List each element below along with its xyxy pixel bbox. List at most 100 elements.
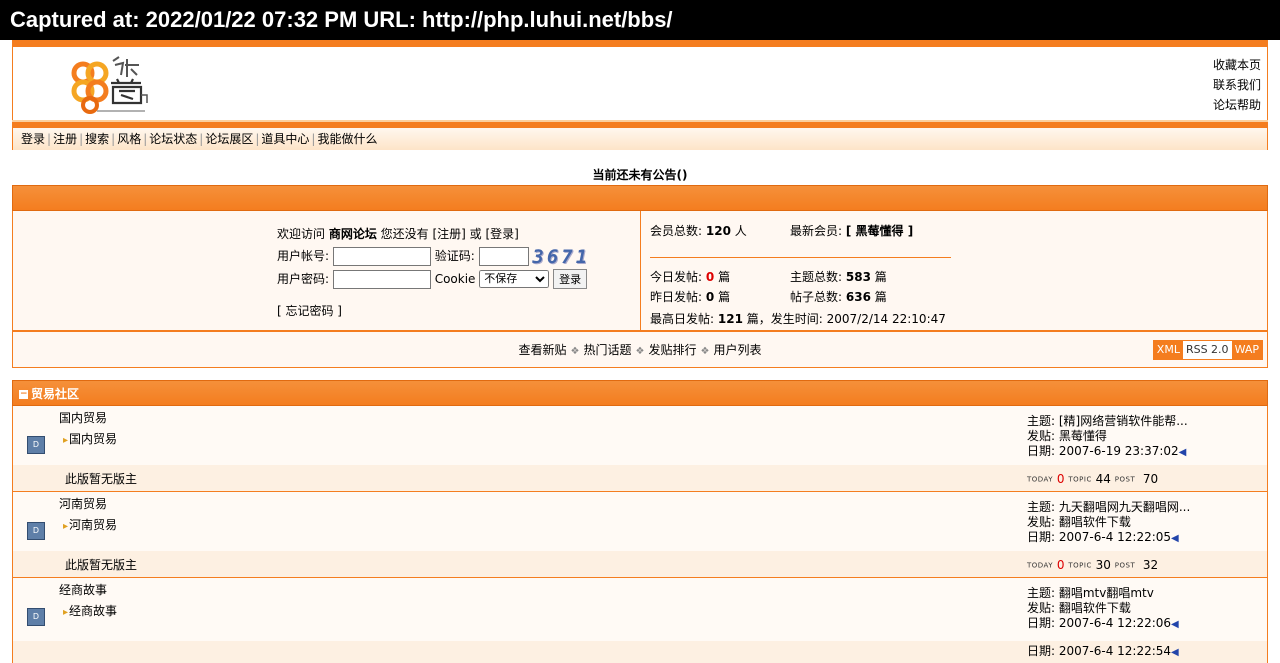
last-date: 日期: 2007-6-4 12:22:06	[1027, 616, 1172, 630]
welcome-mid[interactable]: 您还没有 [注册] 或 [登录]	[377, 227, 519, 241]
forum-name-link[interactable]: 河南贸易	[59, 495, 107, 512]
password-label: 用户密码:	[277, 271, 330, 286]
yesterday-stat: 昨日发帖: 0 篇	[650, 287, 730, 307]
last-topic[interactable]: 主题: 翻唱mtv翻唱mtv	[1027, 586, 1179, 601]
wap-badge[interactable]: WAP	[1231, 341, 1262, 359]
nav-top-bar	[12, 120, 1268, 128]
today-count-label: TODAY	[1027, 475, 1054, 484]
cookie-label: Cookie	[434, 271, 476, 286]
forum-status-icon: D	[27, 608, 45, 626]
section-title: 贸易社区	[31, 387, 80, 401]
posts-value: 636	[845, 290, 871, 304]
contact-link[interactable]: 联系我们	[1213, 75, 1261, 95]
nav-forum-status[interactable]: 论坛状态	[149, 132, 197, 146]
nav-search[interactable]: 搜索	[85, 132, 109, 146]
yesterday-unit: 篇	[718, 290, 731, 304]
announcement: 当前还未有公告()	[592, 168, 688, 182]
code-label: 验证码:	[434, 249, 475, 263]
today-label: 今日发帖:	[650, 270, 703, 284]
last-poster[interactable]: 发贴: 翻唱软件下载	[1027, 515, 1190, 530]
section-header[interactable]: − 贸易社区	[12, 380, 1268, 406]
max-day-stat: 最高日发帖: 121 篇，发生时间: 2007/2/14 22:10:47	[650, 309, 946, 329]
goto-last-arrow-icon[interactable]: ◀	[1171, 533, 1179, 544]
last-topic[interactable]: 主题: [精]网络营销软件能帮...	[1027, 414, 1188, 429]
goto-last-arrow-icon[interactable]: ◀	[1171, 647, 1179, 658]
account-input[interactable]	[332, 247, 431, 266]
moderator-row: 此版暂无版主 TODAY 0 TOPIC 30 POST 32	[13, 551, 1267, 577]
forgot-password-link[interactable]: [ 忘记密码 ]	[277, 304, 342, 318]
help-link[interactable]: 论坛帮助	[1213, 95, 1261, 115]
hot-topics-link[interactable]: 热门话题	[584, 343, 632, 357]
goto-last-arrow-icon[interactable]: ◀	[1179, 447, 1187, 458]
nav-login[interactable]: 登录	[21, 132, 45, 146]
panel-divider	[640, 211, 641, 331]
today-unit: 篇	[718, 270, 731, 284]
view-new-posts-link[interactable]: 查看新贴	[519, 343, 567, 357]
site-logo	[71, 56, 148, 114]
topics-unit: 篇	[874, 270, 887, 284]
max-unit: 篇，发生时间:	[746, 312, 823, 326]
posts-stat: 帖子总数: 636 篇	[790, 287, 887, 307]
topic-count: 44	[1095, 472, 1111, 486]
login-form: 欢迎访问 商网论坛 您还没有 [注册] 或 [登录] 用户帐号: 验证码: 36…	[277, 223, 590, 322]
last-poster[interactable]: 发贴: 翻唱软件下载	[1027, 601, 1179, 616]
last-poster[interactable]: 发贴: 黑莓懂得	[1027, 429, 1188, 444]
members-value: 120	[705, 224, 731, 238]
topics-stat: 主题总数: 583 篇	[790, 267, 887, 287]
posts-unit: 篇	[874, 290, 887, 304]
nav-forum-gallery[interactable]: 论坛展区	[205, 132, 253, 146]
today-count-label: TODAY	[1027, 561, 1054, 570]
quick-links-bar: 查看新贴 ❖ 热门话题 ❖ 发贴排行 ❖ 用户列表 XML RSS 2.0 WAP	[12, 331, 1268, 368]
newest-member-link[interactable]: [ 黑莓懂得 ]	[846, 224, 913, 238]
moderators: 此版暂无版主	[65, 558, 138, 572]
xml-badge[interactable]: XML	[1153, 341, 1183, 359]
next-last-date: 日期: 2007-6-4 12:22:54	[1027, 644, 1172, 658]
feed-badges: XML RSS 2.0 WAP	[1152, 340, 1263, 360]
captcha-input[interactable]	[478, 247, 529, 266]
subforum-link[interactable]: 经商故事	[63, 602, 117, 619]
yesterday-label: 昨日发帖:	[650, 290, 703, 304]
forum-name-link[interactable]: 国内贸易	[59, 409, 107, 426]
bookmark-link[interactable]: 收藏本页	[1213, 55, 1261, 75]
post-ranking-link[interactable]: 发贴排行	[648, 343, 696, 357]
rss-badge[interactable]: RSS 2.0	[1182, 341, 1232, 359]
topic-count: 30	[1095, 558, 1111, 572]
nav-register[interactable]: 注册	[53, 132, 77, 146]
nav-what-can-i-do[interactable]: 我能做什么	[317, 132, 377, 146]
account-label: 用户帐号:	[277, 249, 330, 263]
nav-style[interactable]: 风格	[117, 132, 141, 146]
newest-member-stat: 最新会员: [ 黑莓懂得 ]	[790, 221, 913, 241]
topic-count-label: TOPIC	[1068, 561, 1092, 570]
forum-name-link[interactable]: 经商故事	[59, 581, 107, 598]
today-value: 0	[705, 270, 715, 284]
forum-counts: TODAY 0 TOPIC 44 POST 70	[1027, 472, 1158, 486]
topics-value: 583	[845, 270, 871, 284]
next-last-post: 日期: 2007-6-4 12:22:54◀	[1027, 644, 1179, 660]
moderators: 此版暂无版主	[65, 472, 138, 486]
today-count: 0	[1056, 558, 1065, 572]
login-panel-header	[12, 185, 1268, 211]
goto-last-arrow-icon[interactable]: ◀	[1171, 619, 1179, 630]
newest-label: 最新会员:	[790, 224, 843, 238]
cookie-select[interactable]: 不保存	[479, 270, 550, 288]
login-button[interactable]: 登录	[553, 269, 588, 289]
collapse-icon[interactable]: −	[19, 390, 28, 399]
posts-label: 帖子总数:	[790, 290, 843, 304]
captcha-image[interactable]: 3671	[532, 246, 590, 268]
user-list-link[interactable]: 用户列表	[713, 343, 761, 357]
site-header: 收藏本页 联系我们 论坛帮助	[12, 47, 1268, 120]
subforum-link[interactable]: 河南贸易	[63, 516, 117, 533]
forum-status-icon: D	[27, 522, 45, 540]
nav-item-center[interactable]: 道具中心	[261, 132, 309, 146]
last-topic[interactable]: 主题: 九天翻唱网九天翻唱网...	[1027, 500, 1190, 515]
today-stat: 今日发帖: 0 篇	[650, 267, 730, 287]
last-post-info: 主题: [精]网络营销软件能帮... 发贴: 黑莓懂得 日期: 2007-6-1…	[1027, 414, 1188, 460]
stats-rule	[650, 257, 951, 258]
password-input[interactable]	[332, 269, 431, 289]
subforum-link[interactable]: 国内贸易	[63, 430, 117, 447]
forum-row: D 经商故事 经商故事 主题: 翻唱mtv翻唱mtv 发贴: 翻唱软件下载 日期…	[12, 578, 1268, 663]
moderator-row: 日期: 2007-6-4 12:22:54◀	[13, 641, 1267, 663]
header-top-bar	[12, 40, 1268, 47]
members-stat: 会员总数: 120 人	[650, 221, 747, 241]
last-post-info: 主题: 翻唱mtv翻唱mtv 发贴: 翻唱软件下载 日期: 2007-6-4 1…	[1027, 586, 1179, 632]
